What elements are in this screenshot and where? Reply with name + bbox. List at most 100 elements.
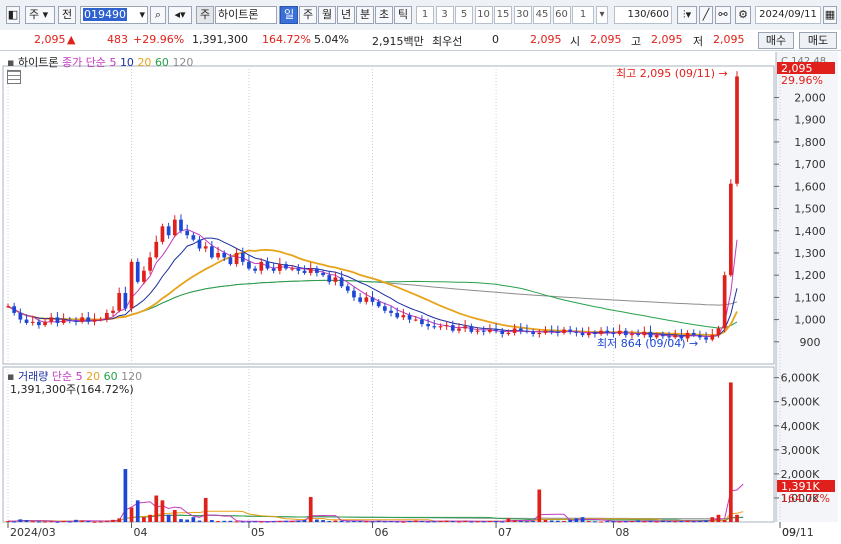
candle-type-icon[interactable]: ⫶▾: [677, 6, 697, 24]
period-tab-4[interactable]: 분: [356, 6, 374, 24]
chart-menu-icon[interactable]: ◧: [6, 6, 20, 24]
up-arrow-icon: ▲: [67, 33, 76, 46]
price-tick-label: 1,900: [794, 114, 826, 127]
volume-bar: [327, 521, 332, 523]
candle-body: [488, 329, 492, 332]
candle-body: [277, 264, 282, 271]
buy-button[interactable]: 매수: [758, 32, 794, 49]
candle-body: [494, 329, 498, 331]
interval-chevron-icon[interactable]: ▾: [596, 6, 608, 24]
candle-body: [432, 326, 437, 328]
volume-bar: [265, 521, 270, 523]
indicator-icon[interactable]: ⚯: [715, 6, 731, 24]
period-tab-5[interactable]: 초: [375, 6, 393, 24]
candle-body: [413, 319, 418, 321]
volume-bar: [240, 521, 245, 523]
market-select[interactable]: 주 ▾: [25, 6, 55, 24]
candle-body: [735, 76, 739, 184]
ma120-label[interactable]: 120: [172, 56, 193, 69]
legend-menu-icon[interactable]: ▪: [7, 56, 14, 69]
volume-bar: [636, 520, 641, 522]
ma20-label[interactable]: 20: [137, 56, 151, 69]
price-tick-label: 900: [800, 336, 821, 349]
candle-body: [580, 332, 585, 336]
interval-button-5[interactable]: 5: [455, 6, 473, 24]
candle-body: [55, 317, 60, 323]
interval-button-1[interactable]: 1: [416, 6, 434, 24]
candle-body: [617, 330, 622, 335]
interval-button-60[interactable]: 60: [552, 6, 571, 24]
volume-bar: [611, 521, 616, 523]
date-input[interactable]: 2024/09/11: [755, 6, 821, 24]
count-input[interactable]: 130/600: [614, 6, 672, 24]
price-change: 483: [107, 33, 128, 46]
period-tab-0[interactable]: 일: [280, 6, 298, 24]
volume-bar: [494, 521, 498, 523]
candle-body: [444, 325, 449, 327]
open-label: 시: [570, 35, 581, 48]
candle-body: [12, 306, 17, 313]
volume-bar: [407, 521, 412, 523]
volume-bar: [549, 520, 554, 522]
volume-bar: [735, 514, 739, 522]
interval-input[interactable]: 1: [572, 6, 594, 24]
gear-icon[interactable]: ⚙: [735, 6, 751, 24]
candle-body: [185, 230, 190, 236]
volume-bar: [481, 521, 486, 523]
volume-bar: [24, 520, 29, 522]
candle-body: [531, 331, 535, 335]
candle-body: [142, 270, 146, 282]
volume-bar: [543, 519, 548, 522]
candle-body: [568, 329, 573, 332]
volume-bar: [179, 519, 183, 522]
ma10-label[interactable]: 10: [120, 56, 134, 69]
candle-body: [135, 261, 140, 282]
volume-bar: [166, 514, 171, 522]
volume-bar: [247, 521, 251, 523]
candle-body: [420, 319, 424, 325]
candle-body: [197, 239, 202, 249]
candle-body: [210, 246, 214, 258]
speaker-icon[interactable]: ◂▾: [168, 6, 192, 24]
draw-tool-icon[interactable]: ╱: [699, 6, 713, 24]
chart-corner-icon[interactable]: [7, 70, 21, 84]
interval-button-15[interactable]: 15: [494, 6, 512, 24]
interval-button-10[interactable]: 10: [474, 6, 493, 24]
calendar-icon[interactable]: ▦: [823, 6, 837, 24]
candle-body: [240, 252, 245, 262]
period-tab-1[interactable]: 주: [299, 6, 317, 24]
period-tab-2[interactable]: 월: [318, 6, 336, 24]
stock-code-input[interactable]: 019490 ▾: [80, 6, 148, 24]
prefix-button[interactable]: 전: [58, 6, 76, 24]
volume-bar: [623, 521, 628, 523]
sell-button[interactable]: 매도: [799, 32, 837, 49]
period-tab-3[interactable]: 년: [337, 6, 355, 24]
candle-body: [154, 241, 159, 258]
volume-bar: [654, 521, 659, 523]
low-label: 저: [693, 35, 704, 48]
ma60-label[interactable]: 60: [155, 56, 169, 69]
candle-body: [611, 332, 616, 335]
price-tick-label: 1,600: [794, 180, 826, 193]
volume-bar: [420, 521, 424, 523]
candle-body: [6, 306, 10, 308]
candle-body: [339, 277, 344, 287]
interval-button-45[interactable]: 45: [533, 6, 551, 24]
period-tab-6[interactable]: 틱: [394, 6, 412, 24]
interval-button-30[interactable]: 30: [513, 6, 532, 24]
volume-bar: [86, 521, 91, 523]
candle-body: [290, 268, 295, 270]
ma5-label[interactable]: 5: [109, 56, 116, 69]
stock-chart[interactable]: 900 1,000 1,100 1,200 1,300 1,400 1,500 1,600 1,…: [0, 50, 841, 544]
volume-bar: [185, 519, 190, 522]
volume-bar: [290, 521, 295, 523]
volume-bar: [525, 521, 529, 523]
search-icon[interactable]: ⌕: [150, 6, 166, 24]
price-legend-name: 하이트론: [17, 56, 59, 69]
volume-bar: [67, 521, 72, 523]
interval-button-3[interactable]: 3: [435, 6, 454, 24]
candle-body: [555, 331, 560, 333]
candle-body: [98, 319, 103, 321]
price-tick-label: 1,200: [794, 269, 826, 282]
volume-bar: [568, 519, 573, 522]
